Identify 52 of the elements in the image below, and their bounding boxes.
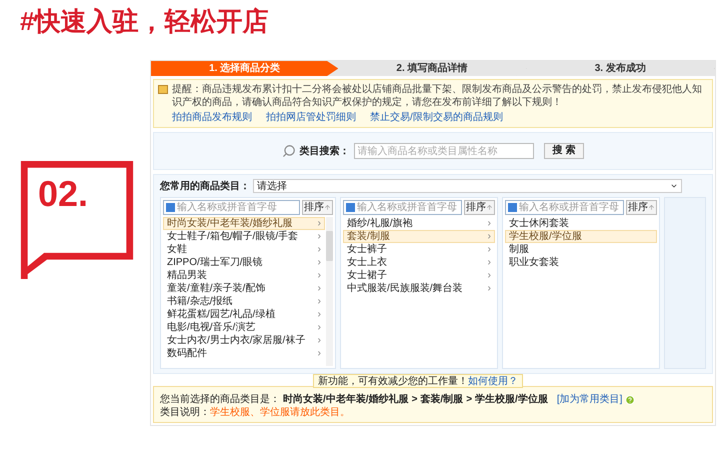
category-item[interactable]: 婚纱/礼服/旗袍 › bbox=[343, 217, 495, 230]
rule-link[interactable]: 拍拍商品发布规则 bbox=[172, 111, 252, 124]
category-path: 时尚女装/中老年装/婚纱礼服 bbox=[283, 393, 409, 406]
category-item[interactable]: 时尚女装/中老年装/婚纱礼服 › bbox=[163, 217, 325, 230]
help-icon[interactable] bbox=[625, 394, 636, 404]
sort-button[interactable]: 排序 bbox=[626, 200, 657, 215]
common-category-label: 您常用的商品类目： bbox=[160, 180, 250, 192]
add-common-link[interactable]: [加为常用类目] bbox=[556, 393, 622, 406]
category-item[interactable]: 套装/制服 › bbox=[343, 230, 495, 243]
tooltip-text: 新功能，可有效减少您的工作量！ bbox=[318, 374, 468, 388]
category-item[interactable]: 电影/电视/音乐/演艺 › bbox=[163, 321, 325, 334]
category-item[interactable]: 精品男装 › bbox=[163, 269, 325, 282]
category-path: 学生校服/学位服 bbox=[475, 393, 548, 406]
category-path: 套装/制服 bbox=[420, 393, 464, 406]
arrow-up-icon bbox=[486, 204, 493, 211]
category-item[interactable]: 中式服装/民族服装/舞台装 › bbox=[343, 282, 495, 295]
category-item[interactable]: 女士内衣/男士内衣/家居服/袜子 › bbox=[163, 334, 325, 347]
arrow-up-icon bbox=[324, 204, 331, 211]
category-item[interactable]: ZIPPO/瑞士军刀/眼镜 › bbox=[163, 256, 325, 269]
category-item[interactable]: 女士上衣 › bbox=[343, 256, 495, 269]
search-field[interactable]: 请输入商品名称或类目属性名称 bbox=[354, 143, 534, 159]
search-button[interactable]: 搜 索 bbox=[544, 143, 584, 159]
arrow-up-icon bbox=[648, 204, 655, 211]
category-item[interactable]: 女士鞋子/箱包/帽子/眼镜/手套 › bbox=[163, 230, 325, 243]
caret-icon bbox=[670, 182, 678, 190]
sort-button[interactable]: 排序 bbox=[464, 200, 495, 215]
headline: #快速入驻，轻松开店 bbox=[19, 5, 270, 38]
category-item[interactable]: 女士裙子 › bbox=[343, 269, 495, 282]
category-note: 学生校服、学位服请放此类目。 bbox=[210, 406, 350, 419]
category-item[interactable]: 女士裤子 › bbox=[343, 243, 495, 256]
category-item[interactable]: 制服 bbox=[505, 243, 657, 256]
scrollbar[interactable] bbox=[326, 217, 333, 366]
sort-button[interactable]: 排序 bbox=[302, 200, 333, 215]
search-label: 类目搜索： bbox=[300, 144, 350, 158]
selection-label: 您当前选择的商品类目是： bbox=[160, 393, 280, 406]
rule-link[interactable]: 禁止交易/限制交易的商品规则 bbox=[370, 111, 503, 124]
path-separator: > bbox=[412, 393, 418, 406]
notice-text: 提醒：商品违规发布累计扣十二分将会被处以店铺商品批量下架、限制发布商品及公示警告的处罚，禁止发布侵犯他人知识产权的商品，请确认商品符合知识产权保护的规定，请您在发布前详细了解以下规则！ bbox=[172, 83, 703, 109]
category-item[interactable]: 数码配件 › bbox=[163, 347, 325, 360]
category-item[interactable]: 职业女套装 bbox=[505, 256, 657, 269]
step-number: 02. bbox=[38, 176, 88, 212]
path-separator: > bbox=[466, 393, 472, 406]
note-label: 类目说明： bbox=[160, 406, 210, 419]
rule-link[interactable]: 拍拍网店管处罚细则 bbox=[266, 111, 356, 124]
category-item[interactable]: 女鞋 › bbox=[163, 243, 325, 256]
common-category-select[interactable]: 请选择 bbox=[253, 179, 682, 193]
category-item[interactable]: 书籍/杂志/报纸 › bbox=[163, 295, 325, 308]
category-item[interactable]: 女士休闲套装 bbox=[505, 217, 657, 230]
category-item[interactable]: 鲜花蛋糕/园艺/礼品/绿植 › bbox=[163, 308, 325, 321]
category-item[interactable]: 童装/童鞋/亲子装/配饰 › bbox=[163, 282, 325, 295]
category-item[interactable]: 学生校服/学位服 bbox=[505, 230, 657, 243]
how-to-use-link[interactable]: 如何使用？ bbox=[468, 374, 518, 388]
